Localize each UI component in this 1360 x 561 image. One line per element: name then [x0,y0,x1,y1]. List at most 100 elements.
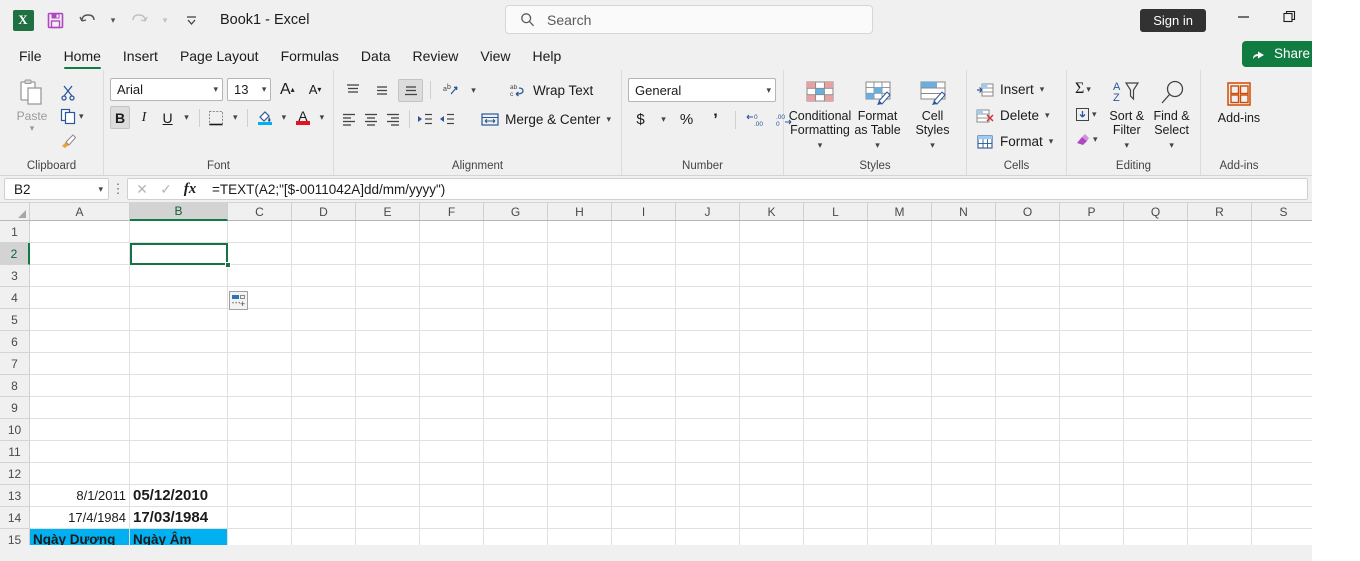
cell-E7[interactable] [356,397,420,419]
cell-S13[interactable] [1252,265,1312,287]
cell-P11[interactable] [1060,309,1124,331]
center-align-button[interactable] [362,108,380,131]
cell-J7[interactable] [676,397,740,419]
top-align-button[interactable] [340,79,365,102]
cell-P4[interactable] [1060,463,1124,485]
cell-D2[interactable] [292,507,356,529]
cell-C5[interactable] [228,441,292,463]
paste-options-button[interactable]: ••• + [229,291,248,310]
underline-dropdown-icon[interactable]: ▾ [181,106,191,129]
wrap-text-button[interactable]: ab c Wrap Text [506,78,597,102]
format-as-table-dropdown-icon[interactable]: ▾ [875,140,880,150]
cell-H2[interactable] [548,507,612,529]
cell-C15[interactable] [228,221,292,243]
clear-dropdown-icon[interactable]: ▾ [1093,134,1098,145]
cell-A13[interactable] [30,265,130,287]
cell-S6[interactable] [1252,419,1312,441]
row-header-15[interactable]: 15 [0,529,30,545]
cell-B3[interactable]: 05/12/2010 [130,485,228,507]
align-right-button[interactable] [384,108,402,131]
cell-A6[interactable] [30,419,130,441]
select-all-corner[interactable] [0,203,30,220]
cell-Q14[interactable] [1124,243,1188,265]
cell-D1[interactable] [292,529,356,545]
cell-C13[interactable] [228,265,292,287]
tab-formulas[interactable]: Formulas [270,44,350,70]
cell-O11[interactable] [996,309,1060,331]
cell-D4[interactable] [292,463,356,485]
cell-I11[interactable] [612,309,676,331]
cell-L9[interactable] [804,353,868,375]
cell-styles-dropdown-icon[interactable]: ▾ [930,140,935,150]
tab-view[interactable]: View [469,44,521,70]
row-header-14[interactable]: 14 [0,507,30,529]
cell-H12[interactable] [548,287,612,309]
cell-K5[interactable] [740,441,804,463]
cell-I6[interactable] [612,419,676,441]
find-select-button[interactable]: Find & Select ▾ [1149,77,1194,160]
cell-L10[interactable] [804,331,868,353]
copy-button[interactable]: ▾ [58,105,86,127]
cell-Q9[interactable] [1124,353,1188,375]
cell-S11[interactable] [1252,309,1312,331]
cell-O10[interactable] [996,331,1060,353]
minimize-icon[interactable] [1220,0,1266,32]
cell-H7[interactable] [548,397,612,419]
cell-N11[interactable] [932,309,996,331]
cell-P13[interactable] [1060,265,1124,287]
cell-P15[interactable] [1060,221,1124,243]
fill-color-button[interactable] [255,106,275,129]
cell-R4[interactable] [1188,463,1252,485]
cell-H9[interactable] [548,353,612,375]
column-header-l[interactable]: L [804,203,868,220]
cell-L3[interactable] [804,485,868,507]
cell-P9[interactable] [1060,353,1124,375]
cell-R6[interactable] [1188,419,1252,441]
cell-R2[interactable] [1188,507,1252,529]
cell-B14[interactable] [130,243,228,265]
cell-A10[interactable] [30,331,130,353]
align-left-button[interactable] [340,108,358,131]
cell-A11[interactable] [30,309,130,331]
redo-icon[interactable] [124,6,154,34]
cell-C3[interactable] [228,485,292,507]
column-header-q[interactable]: Q [1124,203,1188,220]
cell-E14[interactable] [356,243,420,265]
percent-format-button[interactable]: % [674,108,699,131]
cell-G8[interactable] [484,375,548,397]
cell-E4[interactable] [356,463,420,485]
cell-N2[interactable] [932,507,996,529]
cell-H5[interactable] [548,441,612,463]
insert-cells-button[interactable]: Insert ▾ [973,77,1060,102]
cell-D5[interactable] [292,441,356,463]
cell-I12[interactable] [612,287,676,309]
font-color-button[interactable]: A [293,106,313,129]
bold-button[interactable]: B [110,106,131,129]
cell-I13[interactable] [612,265,676,287]
cell-J2[interactable] [676,507,740,529]
cell-A14[interactable] [30,243,130,265]
sort-filter-button[interactable]: A Z Sort & Filter ▾ [1104,77,1149,160]
cell-B12[interactable] [130,287,228,309]
cell-G5[interactable] [484,441,548,463]
cell-O2[interactable] [996,507,1060,529]
insert-function-icon[interactable]: fx [178,179,202,199]
cell-A5[interactable] [30,441,130,463]
cell-I10[interactable] [612,331,676,353]
cell-I14[interactable] [612,243,676,265]
cell-E5[interactable] [356,441,420,463]
row-header-13[interactable]: 13 [0,485,30,507]
cell-G13[interactable] [484,265,548,287]
cell-O5[interactable] [996,441,1060,463]
cell-J6[interactable] [676,419,740,441]
tab-file[interactable]: File [8,44,53,70]
cell-C1[interactable] [228,529,292,545]
row-header-8[interactable]: 8 [0,375,30,397]
cell-K4[interactable] [740,463,804,485]
sort-filter-dropdown-icon[interactable]: ▾ [1125,140,1130,150]
cell-B10[interactable] [130,331,228,353]
cell-Q15[interactable] [1124,221,1188,243]
cell-S10[interactable] [1252,331,1312,353]
column-header-a[interactable]: A [30,203,130,220]
formula-input[interactable]: =TEXT(A2;"[$-0011042A]dd/mm/yyyy") [204,178,1308,200]
